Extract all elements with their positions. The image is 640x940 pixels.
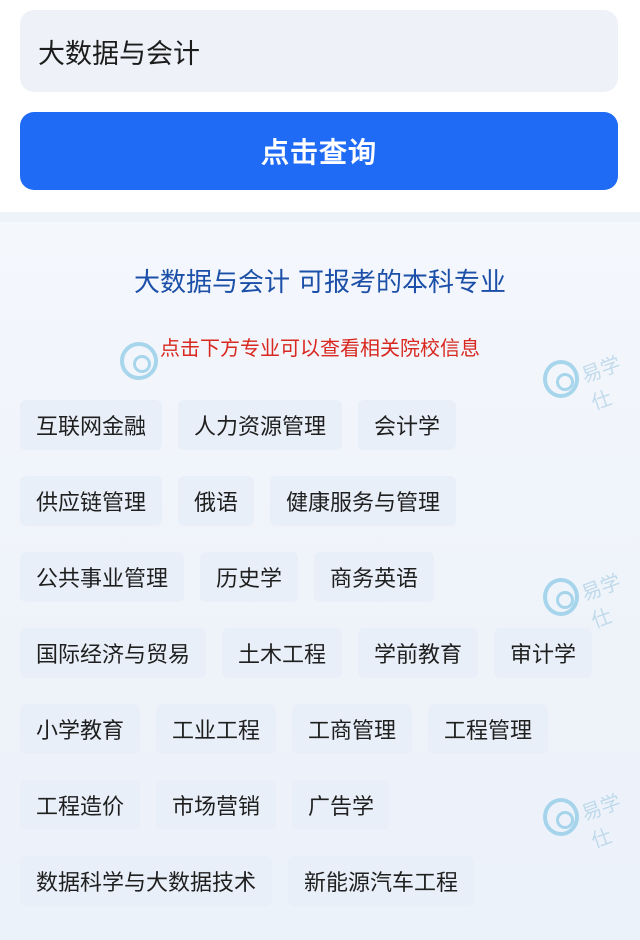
major-chip[interactable]: 小学教育 [20, 704, 141, 754]
watermark-logo-icon [543, 360, 579, 398]
majors-row: 公共事业管理 历史学 商务英语 [20, 552, 630, 602]
major-chip[interactable]: 审计学 [494, 628, 593, 678]
search-section: 大数据与会计 点击查询 [0, 0, 640, 212]
major-chip[interactable]: 俄语 [178, 476, 255, 526]
results-panel: 大数据与会计 可报考的本科专业 点击下方专业可以查看相关院校信息 互联网金融 人力资… [0, 222, 640, 940]
major-chip[interactable]: 工商管理 [292, 704, 413, 754]
major-chip[interactable]: 会计学 [358, 400, 457, 450]
major-chip[interactable]: 公共事业管理 [20, 552, 185, 602]
major-chip[interactable]: 土木工程 [222, 628, 343, 678]
major-chip[interactable]: 工业工程 [156, 704, 277, 754]
major-search-input[interactable]: 大数据与会计 [20, 10, 618, 92]
major-chip[interactable]: 供应链管理 [20, 476, 163, 526]
majors-row: 供应链管理 俄语 健康服务与管理 [20, 476, 630, 526]
majors-row: 数据科学与大数据技术 新能源汽车工程 [20, 856, 630, 906]
results-title-suffix: 可报考的本科专业 [298, 268, 507, 298]
majors-list: 互联网金融 人力资源管理 会计学 供应链管理 俄语 健康服务与管理 公共事业管理 历史学 商务英… [20, 400, 630, 906]
major-chip[interactable]: 工程造价 [20, 780, 141, 830]
major-chip[interactable]: 数据科学与大数据技术 [20, 856, 273, 906]
majors-row: 小学教育 工业工程 工商管理 工程管理 [20, 704, 630, 754]
major-chip[interactable]: 国际经济与贸易 [20, 628, 207, 678]
major-chip[interactable]: 互联网金融 [20, 400, 163, 450]
major-chip[interactable]: 历史学 [200, 552, 299, 602]
major-chip[interactable]: 广告学 [292, 780, 391, 830]
results-hint: 点击下方专业可以查看相关院校信息 [160, 336, 480, 360]
major-chip[interactable]: 健康服务与管理 [270, 476, 457, 526]
results-title-major: 大数据与会计 [133, 268, 290, 298]
major-chip[interactable]: 学前教育 [358, 628, 479, 678]
query-button[interactable]: 点击查询 [20, 112, 618, 190]
major-chip[interactable]: 新能源汽车工程 [288, 856, 475, 906]
major-chip[interactable]: 商务英语 [314, 552, 435, 602]
majors-row: 互联网金融 人力资源管理 会计学 [20, 400, 630, 450]
major-chip[interactable]: 人力资源管理 [178, 400, 343, 450]
major-chip[interactable]: 市场营销 [156, 780, 277, 830]
results-title: 大数据与会计 可报考的本科专业 [0, 262, 640, 299]
majors-row: 工程造价 市场营销 广告学 [20, 780, 630, 830]
major-chip[interactable]: 工程管理 [428, 704, 549, 754]
majors-row: 国际经济与贸易 土木工程 学前教育 审计学 [20, 628, 630, 678]
